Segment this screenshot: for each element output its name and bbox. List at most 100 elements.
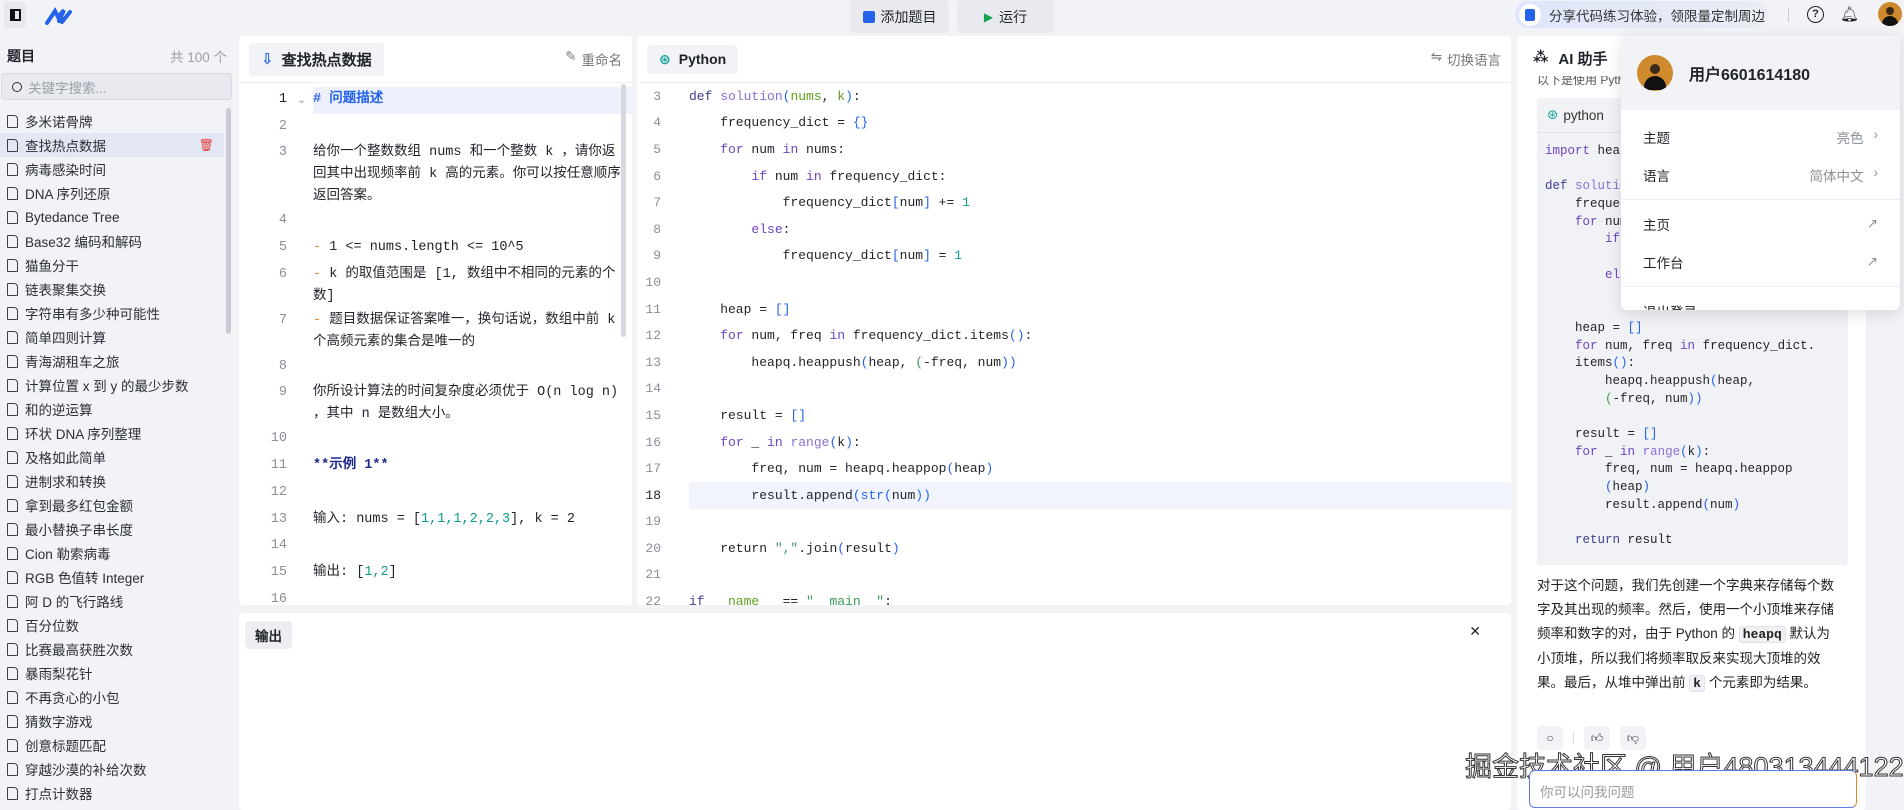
code-token: num <box>899 195 924 211</box>
menu-theme[interactable]: 主题 亮色 › <box>1621 118 1900 156</box>
problem-item[interactable]: DNA 序列还原 <box>0 181 224 205</box>
problem-item[interactable]: 和的逆运算 <box>0 397 224 421</box>
problem-item[interactable]: 比赛最高获胜次数 <box>0 637 224 661</box>
thumbs-down-icon[interactable]: 👎︎ <box>1620 726 1646 750</box>
problem-item[interactable]: 字符串有多少种可能性 <box>0 301 224 325</box>
code-token: return <box>1575 533 1621 548</box>
problem-item[interactable]: 简单四则计算 <box>0 325 224 349</box>
problem-item[interactable]: 及格如此简单 <box>0 445 224 469</box>
ai-code-line: (-freq, num)) <box>1545 391 1848 409</box>
code-line: 9 frequency_dict[num] = 1 <box>637 243 1511 270</box>
help-icon[interactable]: ? <box>1807 6 1824 23</box>
description-line: 9 你所设计算法的时间复杂度必须优于 O(n log n) ，其中 n 是数组大小… <box>239 380 632 426</box>
sidebar-toggle-button[interactable] <box>4 2 26 28</box>
description-editor[interactable]: 1 ⌄ # 问题描述 2 3 给你一个整数数组 nums 和一个整数 k ，请你返回其中出… <box>239 83 632 605</box>
problem-item[interactable]: 暴雨梨花针 <box>0 661 224 685</box>
swap-icon: ⇋ <box>1430 49 1442 64</box>
delete-icon[interactable]: 🗑︎ <box>199 138 214 152</box>
answer-text: 个元素即为结果。 <box>1705 675 1817 690</box>
problem-title: 查找热点数据 <box>281 51 372 69</box>
output-tab[interactable]: 输出 <box>245 621 292 649</box>
description-scrollbar[interactable] <box>621 84 626 337</box>
code-token: "," <box>774 540 799 556</box>
problem-item[interactable]: 青海湖租车之旅 <box>0 349 224 373</box>
code-token: 1 <= nums.length <= 10^5 <box>329 240 524 256</box>
code-token: result.append <box>1545 497 1703 512</box>
menu-logout[interactable]: 退出登录 <box>1621 292 1900 310</box>
problem-item[interactable]: 猜数字游戏 <box>0 709 224 733</box>
problem-item[interactable]: 穿越沙漠的补给次数 <box>0 757 224 781</box>
language-tab[interactable]: ⊛ Python <box>647 44 739 74</box>
code-token: heap <box>1612 480 1643 495</box>
problem-item[interactable]: 阿 D 的飞行路线 <box>0 589 224 613</box>
problem-item[interactable]: 多米诺骨牌 <box>0 109 224 133</box>
problem-item[interactable]: 猫鱼分干 <box>0 253 224 277</box>
code-token: __name__ <box>712 594 775 605</box>
problem-item[interactable]: 病毒感染时间 <box>0 157 224 181</box>
user-avatar[interactable] <box>1878 2 1902 26</box>
run-button[interactable]: ▶ 运行 <box>957 0 1054 33</box>
line-number: 20 <box>645 540 661 556</box>
code-token: for <box>1575 338 1598 353</box>
document-icon <box>7 258 18 272</box>
close-output-icon[interactable]: ✕ <box>1469 623 1481 640</box>
problem-item[interactable]: 创意标题匹配 <box>0 733 224 757</box>
code-token: heap = <box>1545 320 1628 335</box>
code-token: )) <box>1001 354 1017 370</box>
problem-item-label: 进制求和转换 <box>25 475 106 490</box>
document-icon <box>7 570 18 584</box>
code-token: ( <box>1605 391 1613 406</box>
logo-icon <box>45 7 72 25</box>
problem-item[interactable]: RGB 色值转 Integer <box>0 565 224 589</box>
line-text: if __name__ == "__main__": <box>689 588 1511 605</box>
document-icon <box>7 186 18 200</box>
problem-item[interactable]: 百分位数 <box>0 613 224 637</box>
description-line: 2 <box>239 114 632 141</box>
line-number: 5 <box>653 141 661 157</box>
promo-banner[interactable]: 分享代码练习体验，领限量定制周边 <box>1515 1 1768 28</box>
chevron-right-icon: › <box>1873 165 1879 180</box>
switch-language-button[interactable]: ⇋ 切换语言 <box>1431 49 1501 69</box>
add-problem-button[interactable]: 添加题目 <box>850 0 949 33</box>
problem-item[interactable]: 链表聚集交换 <box>0 277 224 301</box>
code-token: ( <box>1710 373 1718 388</box>
menu-workbench[interactable]: 工作台 ↗ <box>1621 243 1900 281</box>
menu-language[interactable]: 语言 简体中文 › <box>1621 156 1900 194</box>
menu-home[interactable]: 主页 ↗ <box>1621 205 1900 243</box>
line-text <box>689 562 1511 589</box>
problem-item[interactable]: 环状 DNA 序列整理 <box>0 421 224 445</box>
code-editor[interactable]: 3 def solution(nums, k):4 frequency_dict … <box>637 83 1511 605</box>
problem-title-tab[interactable]: ⇩ 查找热点数据 <box>249 42 384 76</box>
problem-item[interactable]: Bytedance Tree <box>0 205 224 229</box>
code-token: : <box>782 221 791 237</box>
problem-item[interactable]: Base32 编码和解码 <box>0 229 224 253</box>
problem-item[interactable]: 打点计数器 <box>0 781 224 805</box>
external-link-icon: ↗ <box>1866 216 1878 231</box>
rename-button[interactable]: ✎ 重命名 <box>565 49 622 69</box>
problem-item[interactable]: 查找热点数据 🗑︎ <box>0 133 224 157</box>
code-token: = <box>930 248 955 264</box>
problem-item[interactable]: Cion 勒索病毒 <box>0 541 224 565</box>
problem-item[interactable]: 进制求和转换 <box>0 469 224 493</box>
line-text: for num in nums: <box>689 136 1511 163</box>
code-token: ( <box>884 487 892 503</box>
problem-item[interactable]: 计算位置 x 到 y 的最少步数 <box>0 373 224 397</box>
code-token: heap <box>954 461 986 477</box>
fold-chevron-icon[interactable]: ⌄ <box>297 89 306 111</box>
thumbs-up-icon[interactable]: 👍︎ <box>1584 726 1610 750</box>
problem-item[interactable]: 最小替换子串长度 <box>0 517 224 541</box>
problem-item[interactable]: 不再贪心的小包 <box>0 685 224 709</box>
line-number: 9 <box>278 385 287 401</box>
problem-item[interactable]: 拿到最多红包金额 <box>0 493 224 517</box>
regenerate-icon[interactable]: ○ <box>1537 726 1563 750</box>
ai-code-line: for _ in range(k): <box>1545 444 1848 462</box>
divider <box>1621 199 1900 200</box>
code-token: [ <box>891 195 900 211</box>
problem-item-label: 及格如此简单 <box>25 451 106 466</box>
sidebar-scrollbar[interactable] <box>226 108 231 334</box>
bell-icon[interactable]: 🔔︎ <box>1840 5 1859 23</box>
code-token: num, freq <box>1597 338 1681 353</box>
search-input[interactable]: 关键字搜索... <box>1 73 232 100</box>
chat-input[interactable]: 你可以问我问题 <box>1529 770 1857 808</box>
